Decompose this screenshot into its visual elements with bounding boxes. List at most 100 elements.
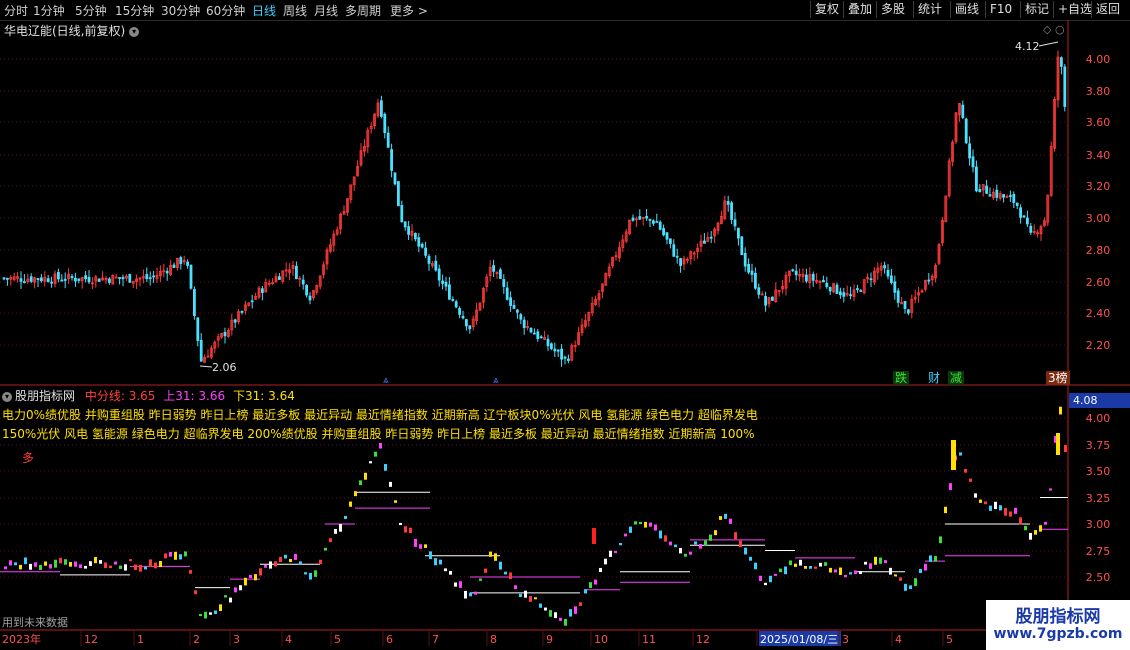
candle-body [400,205,404,223]
indicator-signal-bar [349,501,352,507]
candle-body [308,295,312,301]
indicator-signal-bar [549,610,552,617]
chevron-down-icon[interactable]: ▾ [2,391,12,402]
candle-body [63,278,67,281]
indicator-signal-bar [139,564,142,572]
candle-body [794,270,798,276]
time-axis-label: 9 [546,633,553,646]
candle-body [22,281,26,284]
indicator-signal-bar [684,553,687,557]
indicator-signal-bar [489,551,492,557]
indicator-signal-bar [779,568,782,573]
indicator-signal-bar [364,472,367,480]
candle-body [859,290,863,292]
indicator-signal-bar [909,585,912,590]
high-price-label: 4.12 [1015,40,1040,53]
indicator-signal-bar [179,554,182,560]
candle-body [383,113,387,134]
candle-body [835,284,839,294]
indicator-signal-bar [629,526,632,533]
indicator-signal-bar [399,522,402,526]
indicator-signal-bar [724,513,727,519]
candle-body [512,304,516,309]
indicator-signal-bar [559,617,562,621]
candle-body [97,278,101,282]
tag-finance[interactable]: 财 [926,371,942,385]
candle-body [893,281,897,293]
candle-body [655,221,659,223]
indicator-signal-bar [264,565,267,568]
candle-body [152,275,156,278]
indicator-signal-bar [84,565,87,569]
indicator-name[interactable]: 股朋指标网 [15,389,75,403]
up31-label: 上31: [163,389,195,403]
time-axis-label: 3 [842,633,849,646]
y-tick-label: 4.00 [1086,53,1111,66]
indicator-y-tick-label: 3.75 [1086,439,1111,452]
candle-body [393,172,397,185]
candle-body [57,271,60,280]
indicator-signal-bar [39,564,42,571]
indicator-signal-bar [334,528,337,534]
indicator-signal-bar [524,590,527,598]
candle-body [396,181,400,207]
indicator-signal-bar [444,568,447,572]
candle-body [87,276,91,283]
indicator-signal-bar [109,565,112,569]
indicator-signal-bar [244,577,247,586]
candle-body [665,232,669,240]
tag-reduce[interactable]: 减 [948,371,965,385]
candle-body [757,287,761,295]
candle-body [648,219,652,221]
time-axis-label: 7 [432,633,439,646]
candle-body [737,227,740,239]
y-tick-label: 3.60 [1086,116,1111,129]
candle-body [849,294,852,297]
indicator-header: ▾ 股朋指标网 中分线: 3.65 上31: 3.66 下31: 3.64 [2,387,295,404]
indicator-signal-bar [149,559,152,567]
candle-body [74,277,77,282]
indicator-signal-bar [24,557,27,565]
candle-body [294,265,298,280]
indicator-signal-bar [44,561,47,566]
indicator-signal-bar [749,556,752,561]
indicator-signal-bar [129,559,132,562]
kline-chart[interactable]: 4.00 3.80 3.60 3.40 3.20 3.00 2.80 2.60 2.40 2.20… [0,0,1130,650]
indicator-signal-bar [224,595,227,598]
tag-drop[interactable]: 跌 [893,371,910,385]
event-marker-icon[interactable]: ⩓ [493,375,499,386]
candle-body [1015,202,1019,206]
indicator-signal-bar [199,614,202,617]
indicator-signal-bar [839,567,842,575]
candle-body [988,194,992,197]
candle-body [50,281,53,284]
candle-body [417,237,421,247]
indicator-signal-bar [789,560,792,566]
candle-body [546,338,550,347]
indicator-signal-bar [834,569,837,573]
indicator-signal-bar [1004,508,1007,516]
future-data-warning: 用到未来数据 [2,616,68,629]
indicator-signal-bar [659,530,662,539]
tag-rank[interactable]: 3榜 [1046,371,1070,385]
indicator-signal-bar [599,567,602,573]
candle-body [1019,207,1022,218]
indicator-signal-bar [539,603,542,608]
candle-body [662,228,665,236]
indicator-signal-bar [874,556,877,565]
candle-body [791,269,795,272]
indicator-signal-bar [309,572,312,580]
candle-body [492,265,496,272]
indicator-signal-bar [944,506,947,514]
candle-body [223,331,227,337]
candle-body [186,261,190,266]
candle-body [179,257,183,265]
indicator-signal-bar [4,566,7,570]
candle-body [539,336,543,339]
indicator-signal-bar [409,527,412,534]
candle-body [196,317,200,341]
candle-body [675,255,679,258]
event-marker-icon[interactable]: ⩓ [383,375,389,386]
candle-body [1012,194,1016,203]
watermark-title: 股朋指标网 [1015,607,1101,627]
